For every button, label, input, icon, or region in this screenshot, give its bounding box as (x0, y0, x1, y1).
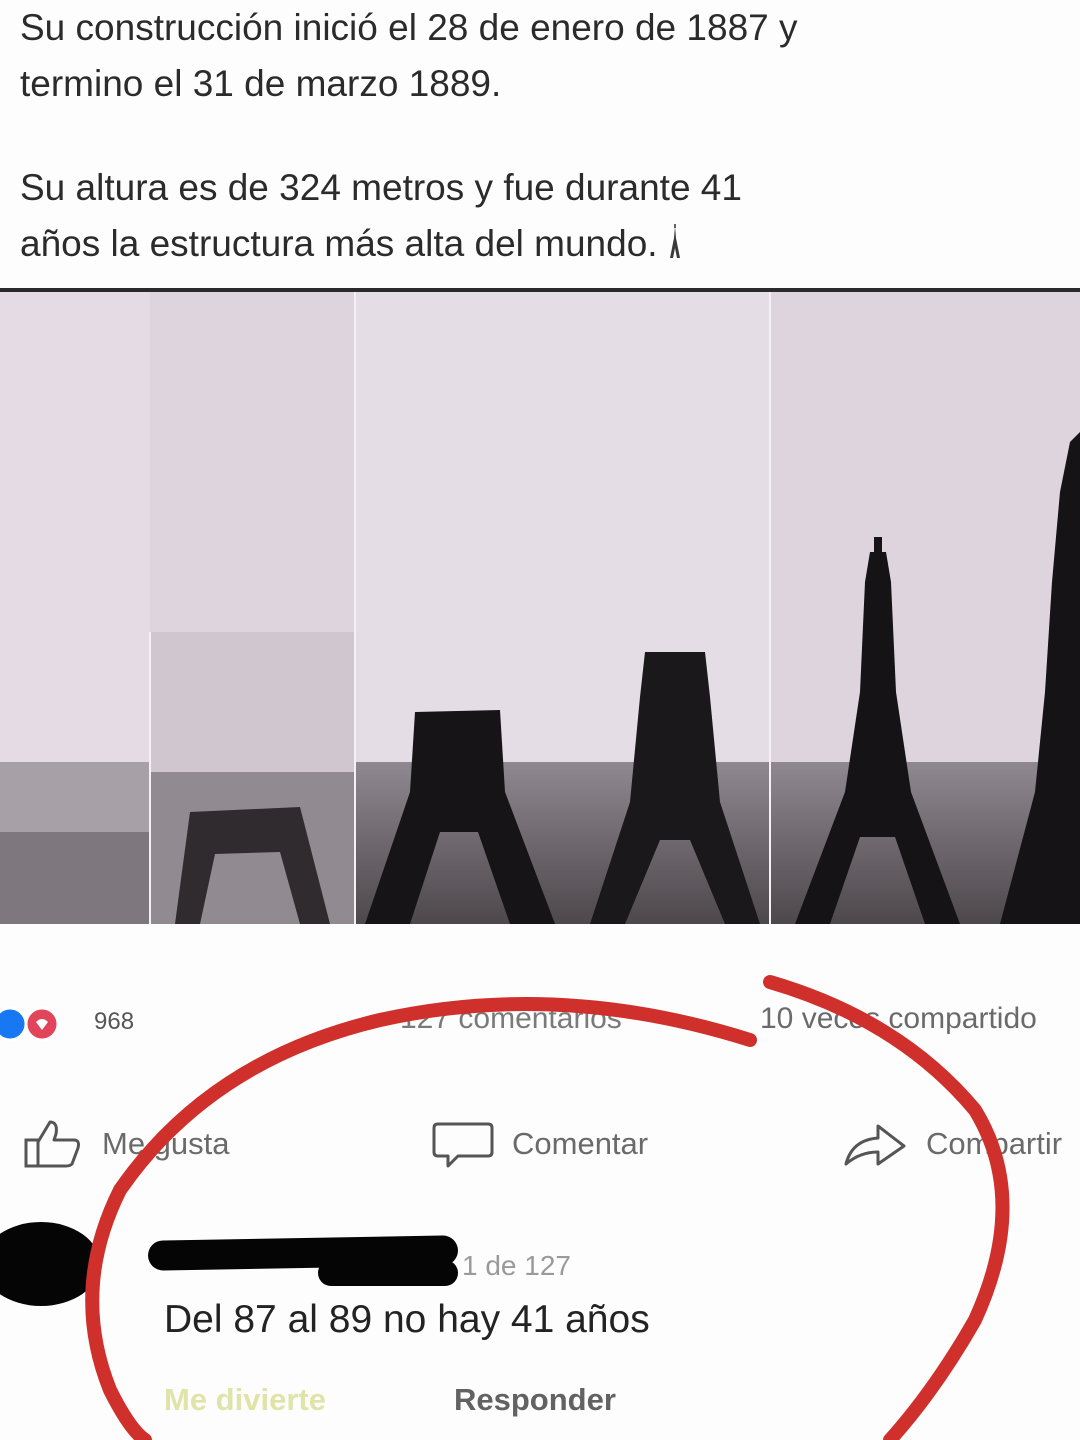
tower-icon (669, 224, 680, 258)
reply-button[interactable]: Responder (454, 1382, 616, 1418)
post-line: años la estructura más alta del mundo. (20, 223, 658, 264)
like-button[interactable]: Me gusta (22, 1112, 230, 1176)
post-line-with-emoji: años la estructura más alta del mundo. (20, 216, 742, 272)
share-count[interactable]: 10 veces compartido (760, 1002, 1037, 1036)
post-paragraph-1: Su construcción inició el 28 de enero de… (20, 0, 798, 112)
action-bar: Me gusta Comentar Compartir (0, 1112, 1080, 1176)
post-stats: 968 127 comentarios 10 veces compartido (0, 1000, 1080, 1056)
comment-text: Del 87 al 89 no hay 41 años (164, 1298, 650, 1341)
reaction-count[interactable]: 968 (94, 1008, 134, 1036)
post-paragraph-2: Su construcción inició el 28 de enero de… (20, 160, 742, 272)
avatar[interactable] (0, 1222, 100, 1306)
comment-count[interactable]: 127 comentarios (400, 1002, 622, 1036)
thumbs-up-icon (24, 1120, 80, 1168)
comment-button[interactable]: Comentar (432, 1112, 648, 1176)
share-button[interactable]: Compartir (842, 1112, 1062, 1176)
post-line: termino el 31 de marzo 1889. (20, 63, 502, 104)
redaction-bar (318, 1260, 458, 1286)
post-photo[interactable] (0, 292, 1080, 924)
laugh-button[interactable]: Me divierte (164, 1382, 326, 1417)
comment-actions: Me divierte Responder (164, 1382, 616, 1418)
post-line: Su construcción inició el 28 de enero de… (20, 7, 798, 48)
comment-label: Comentar (512, 1126, 649, 1161)
like-label: Me gusta (102, 1126, 230, 1161)
comment-meta: 1 de 127 (462, 1250, 571, 1281)
comment-author-redacted[interactable] (147, 1232, 459, 1288)
comment-bubble-icon (432, 1122, 494, 1168)
share-arrow-icon (844, 1124, 906, 1166)
reactions-icon[interactable] (0, 1004, 70, 1044)
comment: 1 de 127 Del 87 al 89 no hay 41 años Me … (0, 1210, 1080, 1440)
share-label: Compartir (926, 1126, 1063, 1161)
post-line: Su altura es de 324 metros y fue durante… (20, 167, 742, 208)
